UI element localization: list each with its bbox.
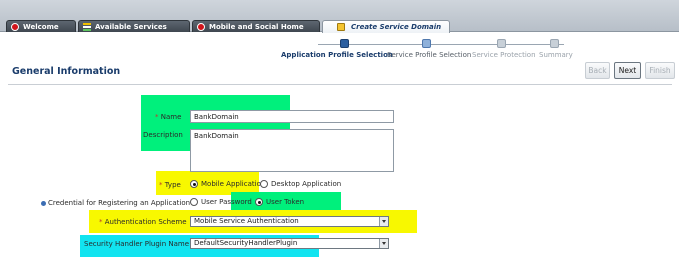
- oracle-o-icon: [11, 23, 19, 31]
- plugin-label: Security Handler Plugin Name: [84, 240, 190, 248]
- section-divider: [8, 84, 672, 85]
- step-label-service-profile[interactable]: Service Profile Selection: [387, 51, 471, 59]
- train-line: [318, 44, 564, 45]
- tab-label: Welcome: [23, 23, 59, 31]
- train-step-service-protection: [497, 39, 506, 48]
- type-radio-desktop[interactable]: Desktop Application: [260, 180, 341, 188]
- tab-bar: Welcome Available Services Mobile and So…: [0, 0, 679, 33]
- name-field[interactable]: BankDomain: [190, 110, 394, 123]
- radio-selected-icon[interactable]: [255, 198, 263, 206]
- train-step-summary: [550, 39, 559, 48]
- train-step-service-profile[interactable]: [422, 39, 431, 48]
- radio-unselected-icon[interactable]: [260, 180, 268, 188]
- tab-welcome[interactable]: Welcome: [6, 20, 76, 32]
- credential-label: Credential for Registering an Applicatio…: [48, 199, 191, 207]
- plugin-select[interactable]: DefaultSecurityHandlerPlugin: [190, 238, 389, 249]
- auth-scheme-select[interactable]: Mobile Service Authentication: [190, 216, 389, 227]
- services-bars-icon: [83, 23, 91, 31]
- name-label: * Name: [155, 113, 182, 121]
- finish-button[interactable]: Finish: [645, 62, 675, 79]
- tab-label: Available Services: [95, 23, 167, 31]
- chevron-down-icon[interactable]: [379, 239, 388, 248]
- type-radio-mobile[interactable]: Mobile Application: [190, 180, 265, 188]
- document-icon: [337, 23, 345, 31]
- description-field[interactable]: BankDomain: [190, 129, 394, 172]
- tab-label: Mobile and Social Home: [209, 23, 304, 31]
- radio-unselected-icon[interactable]: [190, 198, 198, 206]
- credential-radio-user-password[interactable]: User Password: [190, 198, 252, 206]
- next-button[interactable]: Next: [614, 62, 641, 79]
- back-button[interactable]: Back: [585, 62, 610, 79]
- tab-label: Create Service Domain: [351, 23, 442, 31]
- step-label-service-protection: Service Protection: [472, 51, 536, 59]
- info-dot-icon: [41, 201, 46, 206]
- chevron-down-icon[interactable]: [379, 217, 388, 226]
- type-label: * Type: [159, 181, 181, 189]
- auth-scheme-label: * Authentication Scheme: [99, 218, 187, 226]
- page-title: General Information: [12, 66, 121, 77]
- tab-create-service-domain[interactable]: Create Service Domain: [322, 20, 450, 33]
- step-label-summary: Summary: [539, 51, 573, 59]
- step-label-application-profile[interactable]: Application Profile Selection: [281, 51, 393, 59]
- credential-radio-user-token[interactable]: User Token: [255, 198, 304, 206]
- tab-mobile-social-home[interactable]: Mobile and Social Home: [192, 20, 320, 32]
- train-step-application-profile[interactable]: [340, 39, 349, 48]
- description-label: Description: [143, 131, 183, 139]
- tab-available-services[interactable]: Available Services: [78, 20, 190, 32]
- radio-selected-icon[interactable]: [190, 180, 198, 188]
- oracle-o-icon: [197, 23, 205, 31]
